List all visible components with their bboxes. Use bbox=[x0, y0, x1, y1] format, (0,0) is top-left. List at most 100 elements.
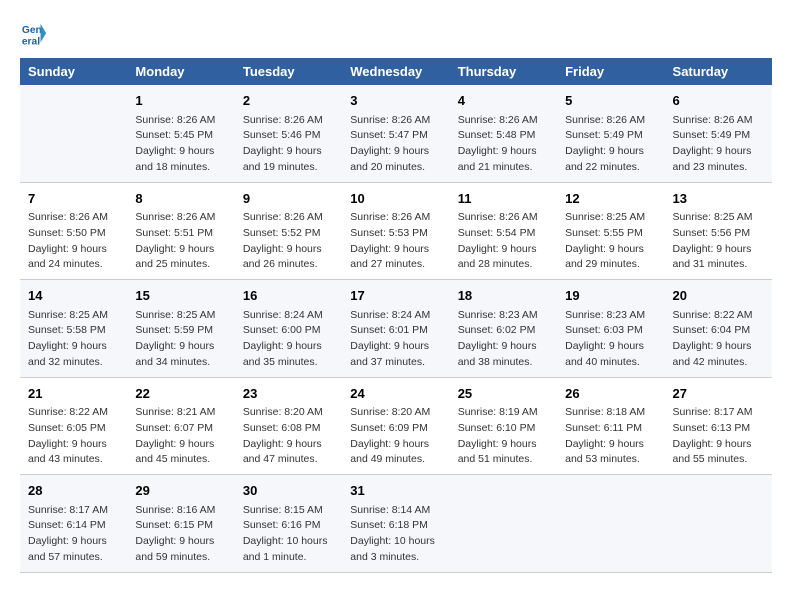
day-info: Sunrise: 8:22 AMSunset: 6:05 PMDaylight:… bbox=[28, 405, 119, 468]
day-cell: 10Sunrise: 8:26 AMSunset: 5:53 PMDayligh… bbox=[342, 182, 449, 280]
day-cell: 20Sunrise: 8:22 AMSunset: 6:04 PMDayligh… bbox=[665, 280, 772, 378]
week-row-3: 14Sunrise: 8:25 AMSunset: 5:58 PMDayligh… bbox=[20, 280, 772, 378]
header: Gen eral bbox=[20, 20, 772, 48]
day-cell: 23Sunrise: 8:20 AMSunset: 6:08 PMDayligh… bbox=[235, 377, 342, 475]
day-cell: 14Sunrise: 8:25 AMSunset: 5:58 PMDayligh… bbox=[20, 280, 127, 378]
day-cell: 13Sunrise: 8:25 AMSunset: 5:56 PMDayligh… bbox=[665, 182, 772, 280]
day-number: 13 bbox=[673, 189, 764, 209]
header-cell-tuesday: Tuesday bbox=[235, 58, 342, 85]
day-cell: 12Sunrise: 8:25 AMSunset: 5:55 PMDayligh… bbox=[557, 182, 664, 280]
day-number: 30 bbox=[243, 481, 334, 501]
day-number: 29 bbox=[135, 481, 226, 501]
day-info: Sunrise: 8:26 AMSunset: 5:45 PMDaylight:… bbox=[135, 113, 226, 176]
day-number: 23 bbox=[243, 384, 334, 404]
header-cell-wednesday: Wednesday bbox=[342, 58, 449, 85]
logo: Gen eral bbox=[20, 20, 52, 48]
day-number: 6 bbox=[673, 91, 764, 111]
week-row-2: 7Sunrise: 8:26 AMSunset: 5:50 PMDaylight… bbox=[20, 182, 772, 280]
day-info: Sunrise: 8:26 AMSunset: 5:48 PMDaylight:… bbox=[458, 113, 549, 176]
day-info: Sunrise: 8:25 AMSunset: 5:59 PMDaylight:… bbox=[135, 308, 226, 371]
day-number: 2 bbox=[243, 91, 334, 111]
day-cell: 3Sunrise: 8:26 AMSunset: 5:47 PMDaylight… bbox=[342, 85, 449, 182]
day-number: 10 bbox=[350, 189, 441, 209]
day-number: 28 bbox=[28, 481, 119, 501]
day-cell bbox=[450, 475, 557, 573]
day-cell: 7Sunrise: 8:26 AMSunset: 5:50 PMDaylight… bbox=[20, 182, 127, 280]
day-cell: 26Sunrise: 8:18 AMSunset: 6:11 PMDayligh… bbox=[557, 377, 664, 475]
day-cell bbox=[557, 475, 664, 573]
day-number: 19 bbox=[565, 286, 656, 306]
day-cell: 21Sunrise: 8:22 AMSunset: 6:05 PMDayligh… bbox=[20, 377, 127, 475]
day-info: Sunrise: 8:26 AMSunset: 5:47 PMDaylight:… bbox=[350, 113, 441, 176]
day-cell: 31Sunrise: 8:14 AMSunset: 6:18 PMDayligh… bbox=[342, 475, 449, 573]
day-info: Sunrise: 8:23 AMSunset: 6:02 PMDaylight:… bbox=[458, 308, 549, 371]
day-cell: 8Sunrise: 8:26 AMSunset: 5:51 PMDaylight… bbox=[127, 182, 234, 280]
day-info: Sunrise: 8:17 AMSunset: 6:14 PMDaylight:… bbox=[28, 503, 119, 566]
week-row-1: 1Sunrise: 8:26 AMSunset: 5:45 PMDaylight… bbox=[20, 85, 772, 182]
calendar-table: SundayMondayTuesdayWednesdayThursdayFrid… bbox=[20, 58, 772, 573]
day-info: Sunrise: 8:24 AMSunset: 6:01 PMDaylight:… bbox=[350, 308, 441, 371]
day-info: Sunrise: 8:15 AMSunset: 6:16 PMDaylight:… bbox=[243, 503, 334, 566]
day-number: 4 bbox=[458, 91, 549, 111]
logo-icon: Gen eral bbox=[20, 20, 48, 48]
header-cell-sunday: Sunday bbox=[20, 58, 127, 85]
day-cell bbox=[665, 475, 772, 573]
day-cell: 16Sunrise: 8:24 AMSunset: 6:00 PMDayligh… bbox=[235, 280, 342, 378]
day-info: Sunrise: 8:23 AMSunset: 6:03 PMDaylight:… bbox=[565, 308, 656, 371]
day-cell: 15Sunrise: 8:25 AMSunset: 5:59 PMDayligh… bbox=[127, 280, 234, 378]
day-number: 3 bbox=[350, 91, 441, 111]
header-cell-friday: Friday bbox=[557, 58, 664, 85]
day-info: Sunrise: 8:26 AMSunset: 5:52 PMDaylight:… bbox=[243, 210, 334, 273]
day-info: Sunrise: 8:16 AMSunset: 6:15 PMDaylight:… bbox=[135, 503, 226, 566]
day-number: 18 bbox=[458, 286, 549, 306]
day-number: 8 bbox=[135, 189, 226, 209]
week-row-4: 21Sunrise: 8:22 AMSunset: 6:05 PMDayligh… bbox=[20, 377, 772, 475]
day-cell: 4Sunrise: 8:26 AMSunset: 5:48 PMDaylight… bbox=[450, 85, 557, 182]
day-cell: 2Sunrise: 8:26 AMSunset: 5:46 PMDaylight… bbox=[235, 85, 342, 182]
svg-text:Gen: Gen bbox=[22, 25, 42, 36]
day-cell: 22Sunrise: 8:21 AMSunset: 6:07 PMDayligh… bbox=[127, 377, 234, 475]
day-info: Sunrise: 8:18 AMSunset: 6:11 PMDaylight:… bbox=[565, 405, 656, 468]
day-cell: 9Sunrise: 8:26 AMSunset: 5:52 PMDaylight… bbox=[235, 182, 342, 280]
day-number: 16 bbox=[243, 286, 334, 306]
week-row-5: 28Sunrise: 8:17 AMSunset: 6:14 PMDayligh… bbox=[20, 475, 772, 573]
day-number: 7 bbox=[28, 189, 119, 209]
day-info: Sunrise: 8:19 AMSunset: 6:10 PMDaylight:… bbox=[458, 405, 549, 468]
day-info: Sunrise: 8:22 AMSunset: 6:04 PMDaylight:… bbox=[673, 308, 764, 371]
day-info: Sunrise: 8:26 AMSunset: 5:49 PMDaylight:… bbox=[673, 113, 764, 176]
svg-text:eral: eral bbox=[22, 36, 40, 47]
day-cell: 18Sunrise: 8:23 AMSunset: 6:02 PMDayligh… bbox=[450, 280, 557, 378]
day-number: 22 bbox=[135, 384, 226, 404]
day-info: Sunrise: 8:25 AMSunset: 5:56 PMDaylight:… bbox=[673, 210, 764, 273]
day-number: 31 bbox=[350, 481, 441, 501]
day-cell: 27Sunrise: 8:17 AMSunset: 6:13 PMDayligh… bbox=[665, 377, 772, 475]
day-info: Sunrise: 8:20 AMSunset: 6:09 PMDaylight:… bbox=[350, 405, 441, 468]
day-cell: 11Sunrise: 8:26 AMSunset: 5:54 PMDayligh… bbox=[450, 182, 557, 280]
header-cell-saturday: Saturday bbox=[665, 58, 772, 85]
day-cell: 24Sunrise: 8:20 AMSunset: 6:09 PMDayligh… bbox=[342, 377, 449, 475]
day-info: Sunrise: 8:26 AMSunset: 5:51 PMDaylight:… bbox=[135, 210, 226, 273]
day-cell bbox=[20, 85, 127, 182]
day-number: 17 bbox=[350, 286, 441, 306]
day-info: Sunrise: 8:26 AMSunset: 5:46 PMDaylight:… bbox=[243, 113, 334, 176]
day-info: Sunrise: 8:24 AMSunset: 6:00 PMDaylight:… bbox=[243, 308, 334, 371]
day-number: 14 bbox=[28, 286, 119, 306]
day-number: 15 bbox=[135, 286, 226, 306]
day-cell: 30Sunrise: 8:15 AMSunset: 6:16 PMDayligh… bbox=[235, 475, 342, 573]
day-number: 9 bbox=[243, 189, 334, 209]
day-number: 5 bbox=[565, 91, 656, 111]
day-number: 11 bbox=[458, 189, 549, 209]
day-number: 26 bbox=[565, 384, 656, 404]
day-info: Sunrise: 8:21 AMSunset: 6:07 PMDaylight:… bbox=[135, 405, 226, 468]
day-cell: 1Sunrise: 8:26 AMSunset: 5:45 PMDaylight… bbox=[127, 85, 234, 182]
day-cell: 5Sunrise: 8:26 AMSunset: 5:49 PMDaylight… bbox=[557, 85, 664, 182]
day-number: 12 bbox=[565, 189, 656, 209]
header-cell-thursday: Thursday bbox=[450, 58, 557, 85]
day-info: Sunrise: 8:26 AMSunset: 5:54 PMDaylight:… bbox=[458, 210, 549, 273]
day-number: 1 bbox=[135, 91, 226, 111]
day-info: Sunrise: 8:14 AMSunset: 6:18 PMDaylight:… bbox=[350, 503, 441, 566]
day-info: Sunrise: 8:26 AMSunset: 5:49 PMDaylight:… bbox=[565, 113, 656, 176]
day-info: Sunrise: 8:26 AMSunset: 5:50 PMDaylight:… bbox=[28, 210, 119, 273]
day-info: Sunrise: 8:25 AMSunset: 5:58 PMDaylight:… bbox=[28, 308, 119, 371]
day-info: Sunrise: 8:25 AMSunset: 5:55 PMDaylight:… bbox=[565, 210, 656, 273]
